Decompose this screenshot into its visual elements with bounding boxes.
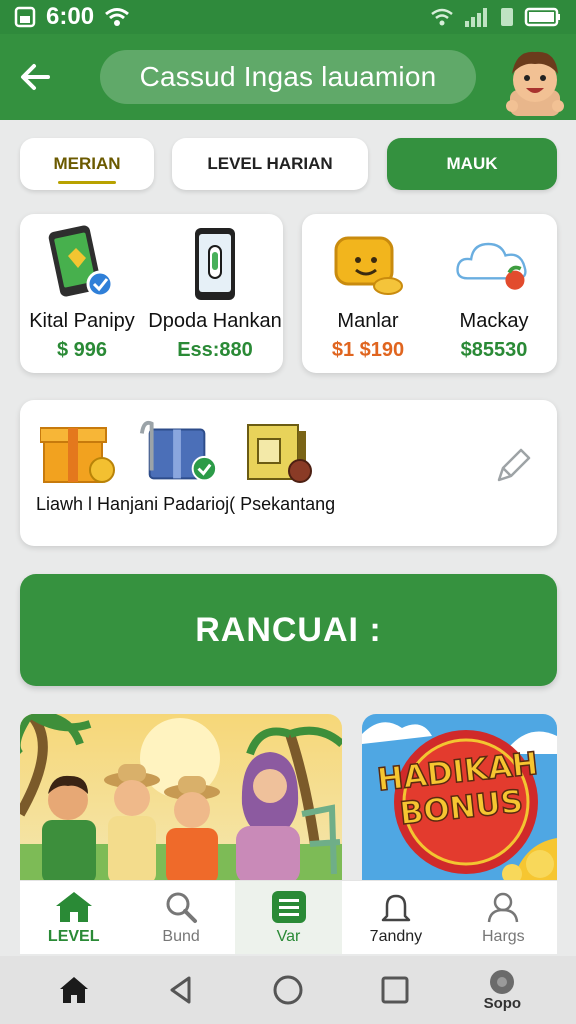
profile-icon (488, 892, 519, 922)
product-name: Mackay (459, 310, 529, 332)
system-nav-bar: Sopo (0, 956, 576, 1024)
home-icon (59, 977, 88, 1003)
product-name: Kital Panipy (29, 310, 135, 332)
back-arrow-icon (21, 64, 50, 90)
nav-label: LEVEL (47, 927, 100, 945)
tab-mauk-label: MAUK (446, 154, 498, 173)
tab-merian[interactable]: MERIAN (20, 138, 154, 190)
nav-label: Hargs (481, 927, 525, 945)
system-home-button[interactable] (44, 960, 104, 1020)
product-price: $1 $190 (331, 339, 405, 361)
phone-icon (195, 228, 235, 300)
phone-card-icon (48, 225, 114, 298)
system-circle-button[interactable] (258, 960, 318, 1020)
nav-label: 7andny (369, 927, 423, 945)
nav-item-7andny[interactable]: 7andny (342, 881, 449, 954)
header-title[interactable]: Cassud Ingas lauamion (100, 50, 476, 104)
avatar[interactable] (502, 44, 568, 116)
search-icon (166, 892, 198, 923)
tab-merian-label: MERIAN (53, 154, 121, 173)
system-extra-button[interactable]: Sopo (472, 960, 532, 1020)
tab-mauk[interactable]: MAUK (387, 138, 557, 190)
bundle-card[interactable]: Liawh l Hanjani Padarioj( Psekantang (20, 400, 557, 546)
avatar-boy-icon (506, 51, 564, 116)
product-price: $85530 (460, 339, 528, 361)
edit-icon[interactable] (493, 444, 535, 486)
tab-level-harian-label: LEVEL HARIAN (207, 154, 333, 173)
promo-banner-bonus[interactable]: HADIKAH BONUS (362, 714, 557, 884)
status-bar: 6:00 (0, 0, 576, 34)
settings-dot-icon (490, 969, 515, 994)
bundle-label: Liawh l Hanjani Padarioj( Psekantang (36, 494, 336, 514)
product-item[interactable]: Manlar $1 $190 (310, 224, 426, 362)
square-icon (381, 976, 409, 1004)
app-bar: Cassud Ingas lauamion (0, 34, 576, 120)
menu-icon (271, 890, 306, 923)
gold-coin-chest-icon (334, 236, 403, 295)
system-back-button[interactable] (151, 960, 211, 1020)
nav-item-hargs[interactable]: Hargs (450, 881, 557, 954)
family-illustration (20, 714, 342, 884)
nav-label: Bund (162, 927, 200, 945)
tab-active-indicator (58, 181, 116, 184)
system-extra-label: Sopo (483, 994, 522, 1012)
product-card-right: Manlar $1 $190 Mackay $85530 (302, 214, 557, 373)
tab-level-harian[interactable]: LEVEL HARIAN (172, 138, 368, 190)
bottom-nav: LEVEL Bund Var 7andny Hargs (20, 880, 557, 954)
product-price: $ 996 (56, 339, 108, 361)
product-name: Manlar (337, 310, 399, 332)
product-price: Ess:880 (177, 339, 253, 361)
cloud-icon (456, 242, 527, 290)
system-recents-button[interactable] (365, 960, 425, 1020)
product-card-left: Kital Panipy $ 996 Dpoda Hankan Ess:880 (20, 214, 283, 373)
circle-icon (273, 975, 303, 1005)
yellow-crate-icon (247, 424, 312, 483)
promo-banner-family[interactable] (20, 714, 342, 884)
nav-item-level[interactable]: LEVEL (20, 881, 127, 954)
wifi-icon (105, 8, 129, 26)
blue-package-icon (139, 420, 218, 482)
home-icon (55, 891, 92, 922)
product-item[interactable]: Mackay $85530 (438, 224, 550, 362)
back-triangle-icon (170, 976, 191, 1004)
wifi-signal-icon (431, 8, 453, 26)
image-notification-icon (14, 6, 36, 28)
product-item[interactable]: Kital Panipy $ 996 (22, 224, 142, 362)
bell-icon (381, 894, 411, 921)
battery-icon (524, 7, 560, 27)
nav-item-var[interactable]: Var (234, 881, 343, 954)
status-time: 6:00 (46, 3, 95, 30)
product-item[interactable]: Dpoda Hankan Ess:880 (148, 224, 282, 362)
back-button[interactable] (0, 34, 70, 120)
gift-box-icon (40, 427, 115, 483)
nav-label: Var (276, 927, 301, 945)
cell-signal-icon (465, 8, 487, 27)
primary-action-button[interactable]: RANCUAI : (20, 574, 557, 686)
product-name: Dpoda Hankan (148, 310, 282, 332)
nav-item-bund[interactable]: Bund (127, 881, 234, 954)
sim-icon (501, 8, 513, 26)
